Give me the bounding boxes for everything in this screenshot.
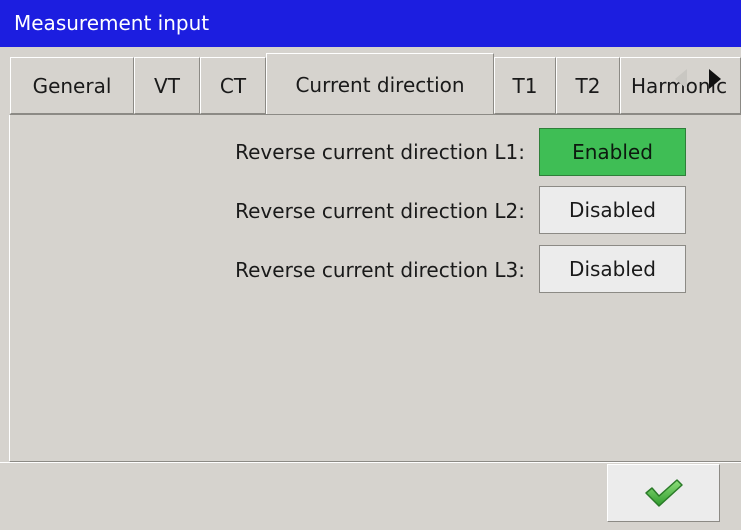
- tab-t2[interactable]: T2: [556, 57, 620, 114]
- triangle-right-icon[interactable]: [709, 69, 721, 89]
- ok-button[interactable]: [607, 464, 720, 522]
- setting-label-l2: Reverse current direction L2:: [235, 199, 525, 223]
- setting-label-l1: Reverse current direction L1:: [235, 140, 525, 164]
- tab-current-direction[interactable]: Current direction: [266, 53, 494, 115]
- triangle-left-icon[interactable]: [675, 69, 687, 89]
- tab-vt[interactable]: VT: [134, 57, 200, 114]
- l3-toggle-button[interactable]: Disabled: [539, 245, 686, 293]
- setting-label-l3: Reverse current direction L3:: [235, 258, 525, 282]
- window-title: Measurement input: [0, 0, 741, 47]
- tab-t1[interactable]: T1: [494, 57, 556, 114]
- tab-bar: General VT CT Current direction T1 T2 Ha…: [0, 49, 741, 115]
- checkmark-icon: [644, 479, 683, 507]
- l2-toggle-button[interactable]: Disabled: [539, 186, 686, 234]
- tab-general[interactable]: General: [10, 57, 134, 114]
- tab-ct[interactable]: CT: [200, 57, 266, 114]
- l1-toggle-button[interactable]: Enabled: [539, 128, 686, 176]
